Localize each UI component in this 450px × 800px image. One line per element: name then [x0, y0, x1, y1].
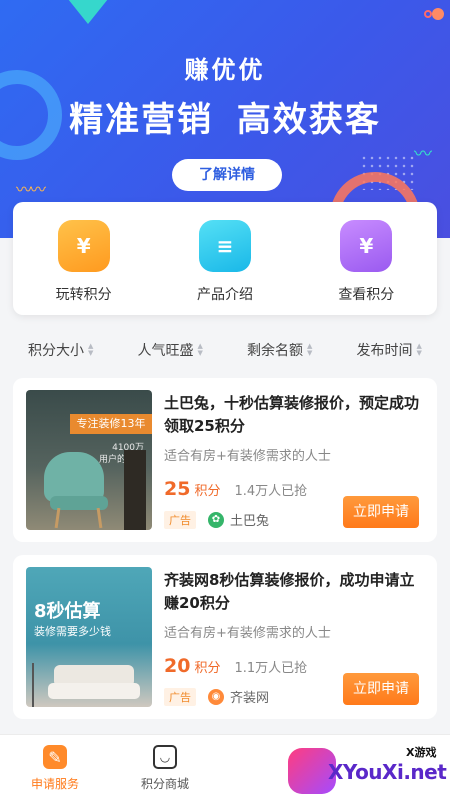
offer-footer: 广告 ✿ 土巴兔 [164, 510, 269, 529]
apply-button[interactable]: 立即申请 [343, 673, 419, 705]
yen-coin-icon: ¥ [340, 220, 393, 272]
sort-label: 剩余名额 [247, 343, 304, 359]
banner-brand: 赚优优 [184, 56, 266, 84]
offer-description: 适合有房+有装修需求的人士 [164, 449, 331, 464]
sort-label: 人气旺盛 [137, 343, 194, 359]
sort-by-remaining[interactable]: 剩余名额 ▲ ▼ [247, 334, 312, 366]
sort-arrows-icon: ▲ ▼ [88, 342, 94, 357]
sort-arrows-icon: ▲ ▼ [307, 342, 313, 357]
banner-slogan: 精准营销 高效获客 [69, 100, 381, 140]
quick-action-label: 查看积分 [338, 287, 395, 303]
offer-points: 20 积分 1.1万人已抢 [164, 655, 307, 677]
tubatu-logo-icon: ✿ [208, 511, 224, 528]
ad-badge: 广告 [164, 510, 196, 529]
grabbed-count: 1.1万人已抢 [234, 661, 308, 676]
apply-button[interactable]: 立即申请 [343, 496, 419, 528]
sort-arrows-icon: ▲ ▼ [416, 342, 422, 357]
points-value: 20 [164, 655, 191, 677]
offer-points: 25 积分 1.4万人已抢 [164, 478, 307, 500]
decor-dot [432, 8, 444, 20]
points-value: 25 [164, 478, 191, 500]
sort-by-publish-time[interactable]: 发布时间 ▲ ▼ [357, 334, 422, 366]
quick-action-points-guide[interactable]: ¥ 玩转积分 [13, 202, 154, 315]
shelf-shape [124, 450, 146, 530]
grabbed-count: 1.4万人已抢 [234, 484, 308, 499]
quick-action-label: 产品介绍 [196, 287, 253, 303]
quick-actions-card: ¥ 玩转积分 ≡ 产品介绍 ¥ 查看积分 [13, 202, 437, 315]
decor-dot [424, 10, 432, 18]
watermark: X游戏 XYouXi.net [288, 744, 448, 798]
thumbnail-title: 8秒估算 [34, 601, 101, 622]
sort-label: 发布时间 [356, 343, 413, 359]
nav-apply-service[interactable]: ✎ 申请服务 [0, 735, 110, 800]
points-unit: 积分 [194, 661, 221, 676]
quick-action-product-intro[interactable]: ≡ 产品介绍 [154, 202, 295, 315]
learn-more-button[interactable]: 了解详情 [172, 159, 282, 191]
ad-badge: 广告 [164, 687, 196, 706]
lamp-shape [32, 663, 42, 707]
offer-title: 土巴兔，十秒估算装修报价，预定成功领取25积分 [164, 394, 420, 435]
sort-by-popularity[interactable]: 人气旺盛 ▲ ▼ [138, 334, 203, 366]
nav-label: 积分商城 [140, 777, 189, 791]
chair-leg-shape [54, 507, 61, 529]
sofa-seat-shape [48, 683, 140, 699]
shopping-bag-icon: ◡ [153, 745, 177, 769]
sort-arrows-icon: ▲ ▼ [197, 342, 203, 357]
quick-action-view-points[interactable]: ¥ 查看积分 [296, 202, 437, 315]
decor-wave: 〰 [414, 144, 432, 165]
offer-description: 适合有房+有装修需求的人士 [164, 626, 331, 641]
quick-action-label: 玩转积分 [55, 287, 112, 303]
document-icon: ≡ [198, 220, 251, 272]
brand-name: 土巴兔 [230, 514, 270, 529]
brand-name: 齐装网 [230, 691, 270, 706]
offer-card[interactable]: 专注装修13年 4100万 用户的选择 土巴兔，十秒估算装修报价，预定成功领取2… [13, 378, 437, 542]
chair-leg-shape [96, 507, 103, 529]
chair-shape [44, 452, 104, 502]
qizhuang-logo-icon: ◉ [208, 688, 224, 705]
offer-title: 齐装网8秒估算装修报价，成功申请立赚20积分 [164, 571, 415, 612]
sort-by-points[interactable]: 积分大小 ▲ ▼ [28, 334, 93, 366]
decor-triangle [64, 0, 112, 24]
offer-card[interactable]: 8秒估算 装修需要多少钱 齐装网8秒估算装修报价，成功申请立赚20积分 适合有房… [13, 555, 437, 719]
offer-footer: 广告 ◉ 齐装网 [164, 687, 269, 706]
offer-thumbnail: 专注装修13年 4100万 用户的选择 [26, 390, 152, 530]
apply-service-icon: ✎ [43, 745, 67, 769]
nav-label: 申请服务 [30, 777, 79, 791]
sort-bar: 积分大小 ▲ ▼ 人气旺盛 ▲ ▼ 剩余名额 ▲ ▼ 发布时间 ▲ ▼ [0, 334, 450, 366]
points-unit: 积分 [194, 484, 221, 499]
offer-thumbnail: 8秒估算 装修需要多少钱 [26, 567, 152, 707]
sort-label: 积分大小 [28, 343, 85, 359]
nav-points-mall[interactable]: ◡ 积分商城 [110, 735, 220, 800]
watermark-cn-text: X游戏 [406, 746, 437, 759]
money-bag-icon: ¥ [57, 220, 110, 272]
watermark-text: XYouXi.net [328, 760, 447, 784]
decor-wave: 〰〰 [16, 180, 46, 199]
thumbnail-tag: 专注装修13年 [70, 414, 152, 434]
thumbnail-subtitle: 装修需要多少钱 [34, 625, 111, 638]
